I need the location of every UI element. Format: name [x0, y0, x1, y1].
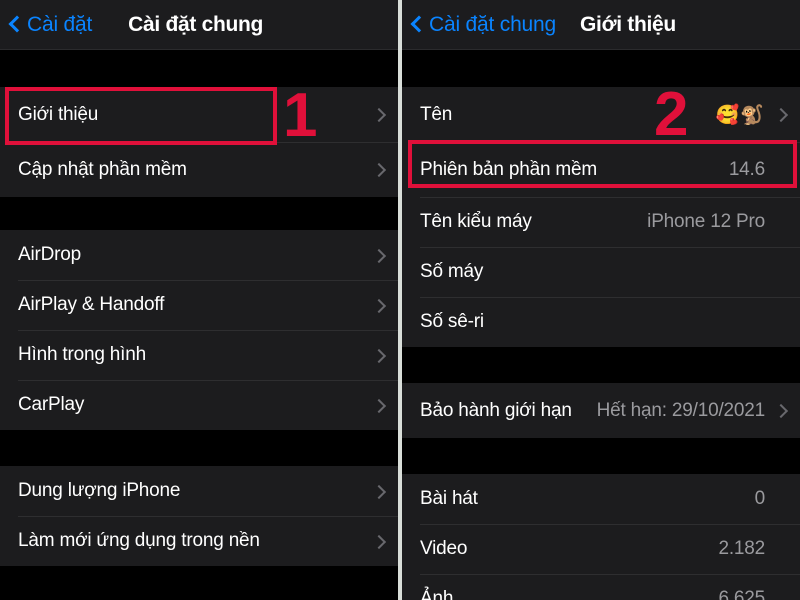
screenshot-root: Cài đặt Cài đặt chung Giới thiệu Cập nhậ… — [0, 0, 800, 600]
chevron-left-icon — [411, 15, 422, 34]
chevron-right-icon — [373, 163, 386, 176]
accessory-spacer — [775, 543, 788, 556]
right-page-title: Giới thiệu — [580, 12, 676, 36]
row-value: 2.182 — [718, 538, 765, 559]
chevron-right-icon — [373, 399, 386, 412]
row-label: AirPlay & Handoff — [18, 294, 165, 315]
row-anh[interactable]: Ảnh 6.625 — [402, 574, 800, 600]
row-label: Bảo hành giới hạn — [420, 399, 572, 421]
left-back-label: Cài đặt — [27, 12, 93, 36]
chevron-right-icon — [775, 404, 788, 417]
row-label: Bài hát — [420, 488, 478, 509]
left-section-2: AirDrop AirPlay & Handoff Hình trong hìn… — [0, 230, 398, 430]
left-gap-0 — [0, 50, 398, 87]
row-dung-luong-iphone[interactable]: Dung lượng iPhone — [0, 466, 398, 516]
accessory-spacer — [775, 316, 788, 329]
left-gap-1 — [0, 197, 398, 230]
row-label: Làm mới ứng dụng trong nền — [18, 530, 260, 551]
row-value: 🥰🐒 — [715, 104, 765, 126]
chevron-right-icon — [775, 108, 788, 121]
left-section-1: Giới thiệu Cập nhật phần mềm — [0, 87, 398, 197]
right-navbar: Cài đặt chung Giới thiệu — [402, 0, 800, 50]
chevron-right-icon — [373, 249, 386, 262]
accessory-spacer — [775, 163, 788, 176]
row-gioi-thieu[interactable]: Giới thiệu — [0, 87, 398, 142]
right-section-1: Tên 🥰🐒 Phiên bản phần mềm 14.6 Tên kiểu … — [402, 87, 800, 347]
row-label: Giới thiệu — [18, 103, 99, 125]
row-label: Tên kiểu máy — [420, 211, 532, 232]
left-navbar: Cài đặt Cài đặt chung — [0, 0, 398, 50]
row-label: Số sê-ri — [420, 311, 484, 332]
row-label: Video — [420, 538, 468, 559]
right-gap-2 — [402, 438, 800, 474]
row-value: 6.625 — [718, 588, 765, 600]
row-hinh-trong-hinh[interactable]: Hình trong hình — [0, 330, 398, 380]
chevron-right-icon — [373, 108, 386, 121]
left-section-3: Dung lượng iPhone Làm mới ứng dụng trong… — [0, 466, 398, 566]
row-so-may[interactable]: Số máy — [402, 247, 800, 297]
row-phien-ban-phan-mem[interactable]: Phiên bản phần mềm 14.6 — [402, 142, 800, 197]
left-panel-general-settings: Cài đặt Cài đặt chung Giới thiệu Cập nhậ… — [0, 0, 398, 600]
row-cap-nhat-phan-mem[interactable]: Cập nhật phần mềm — [0, 142, 398, 197]
row-value: 0 — [754, 488, 766, 509]
row-video[interactable]: Video 2.182 — [402, 524, 800, 574]
row-lam-moi-ung-dung[interactable]: Làm mới ứng dụng trong nền — [0, 516, 398, 566]
row-label: AirDrop — [18, 244, 82, 265]
row-so-se-ri[interactable]: Số sê-ri — [402, 297, 800, 347]
row-label: Tên — [420, 103, 453, 125]
left-gap-3 — [0, 566, 398, 600]
accessory-spacer — [775, 266, 788, 279]
row-ten[interactable]: Tên 🥰🐒 — [402, 87, 800, 142]
row-bai-hat[interactable]: Bài hát 0 — [402, 474, 800, 524]
row-airdrop[interactable]: AirDrop — [0, 230, 398, 280]
left-back-button[interactable]: Cài đặt — [9, 13, 92, 37]
row-label: Hình trong hình — [18, 344, 146, 365]
row-value: Hết hạn: 29/10/2021 — [596, 399, 766, 421]
chevron-right-icon — [373, 535, 386, 548]
chevron-right-icon — [373, 349, 386, 362]
right-gap-0 — [402, 50, 800, 87]
left-page-title: Cài đặt chung — [128, 12, 264, 36]
row-label: Dung lượng iPhone — [18, 480, 181, 501]
right-back-label: Cài đặt chung — [429, 12, 556, 36]
row-ten-kieu-may[interactable]: Tên kiểu máy iPhone 12 Pro — [402, 197, 800, 247]
row-carplay[interactable]: CarPlay — [0, 380, 398, 430]
accessory-spacer — [775, 216, 788, 229]
right-back-button[interactable]: Cài đặt chung — [411, 13, 556, 37]
right-section-2: Bảo hành giới hạn Hết hạn: 29/10/2021 — [402, 383, 800, 438]
right-gap-1 — [402, 347, 800, 383]
accessory-spacer — [775, 493, 788, 506]
right-section-3: Bài hát 0 Video 2.182 Ảnh 6.625 — [402, 474, 800, 600]
left-gap-2 — [0, 430, 398, 466]
row-label: Số máy — [420, 261, 484, 282]
row-label: CarPlay — [18, 394, 85, 415]
row-bao-hanh-gioi-han[interactable]: Bảo hành giới hạn Hết hạn: 29/10/2021 — [402, 383, 800, 438]
row-value: iPhone 12 Pro — [647, 211, 765, 232]
row-label: Ảnh — [420, 588, 454, 600]
chevron-left-icon — [9, 15, 20, 34]
right-panel-about: Cài đặt chung Giới thiệu Tên 🥰🐒 Phiên bả… — [402, 0, 800, 600]
row-value: 14.6 — [728, 158, 765, 180]
row-label: Cập nhật phần mềm — [18, 158, 187, 180]
row-airplay-handoff[interactable]: AirPlay & Handoff — [0, 280, 398, 330]
chevron-right-icon — [373, 485, 386, 498]
accessory-spacer — [775, 593, 788, 600]
chevron-right-icon — [373, 299, 386, 312]
row-label: Phiên bản phần mềm — [420, 158, 598, 180]
